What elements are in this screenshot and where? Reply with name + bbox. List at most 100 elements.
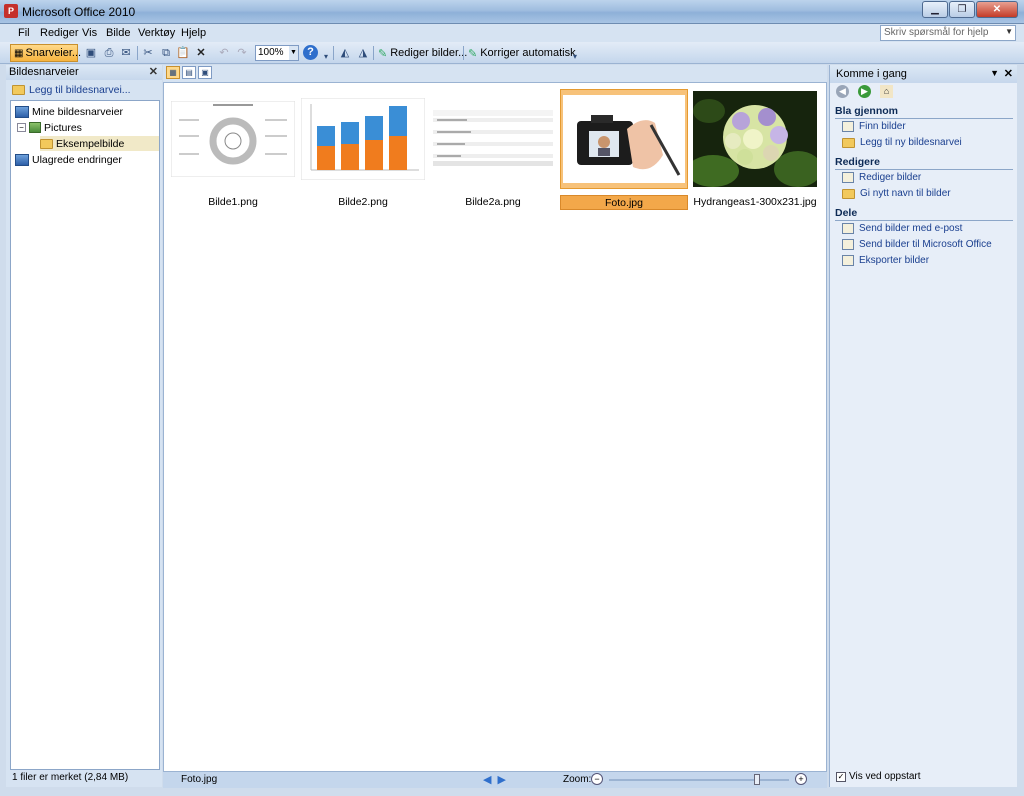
zoom-in-icon[interactable]: + [795, 773, 807, 785]
thumbnail-caption: Bilde2.png [338, 196, 388, 208]
cut-icon[interactable]: ✂ [141, 46, 155, 60]
zoom-label: Zoom: [563, 774, 592, 785]
navigation-arrows: ◀▶ [483, 773, 512, 786]
edit-pictures-button[interactable]: ✎ Rediger bilder... [378, 44, 467, 62]
thumbnail-view-icon[interactable]: ▦ [166, 66, 180, 79]
pane-title: Bildesnarveier [9, 66, 79, 78]
add-shortcut-link[interactable]: Legg til ny bildesnarvei [842, 137, 962, 148]
thumbnail-caption: Bilde2a.png [465, 196, 521, 208]
toolbar-options-icon[interactable]: ▾ [319, 50, 333, 64]
chevron-down-icon[interactable]: ▼ [990, 68, 999, 78]
undo-icon[interactable]: ↶ [217, 46, 231, 60]
redo-icon[interactable]: ↷ [235, 46, 249, 60]
link-label: Send bilder med e-post [859, 223, 963, 234]
table-thumbnail [431, 108, 555, 170]
camera-photo-thumbnail [563, 95, 685, 183]
tree-node-pictures[interactable]: − Pictures [17, 120, 82, 135]
zoom-select[interactable]: 100% ▼ [255, 45, 299, 61]
pictures-folder-icon [29, 122, 41, 133]
tree-label: Pictures [44, 121, 82, 134]
menu-view[interactable]: Vis [82, 27, 97, 39]
show-at-startup[interactable]: ✓ Vis ved oppstart [836, 771, 921, 782]
delete-icon[interactable]: ✕ [194, 46, 208, 60]
edit-pictures-link[interactable]: Rediger bilder [842, 172, 921, 183]
forward-icon[interactable]: ▶ [858, 85, 871, 98]
email-icon[interactable]: ✉ [119, 46, 133, 60]
export-pictures-link[interactable]: Eksporter bilder [842, 255, 929, 266]
tree-node-example-picture[interactable]: Eksempelbilde [40, 136, 159, 151]
window-title: Microsoft Office 2010 [22, 5, 136, 19]
close-icon[interactable]: ✕ [1004, 67, 1013, 80]
thumbnail-frame[interactable] [560, 89, 688, 189]
close-icon[interactable]: ✕ [149, 65, 158, 78]
home-icon[interactable]: ⌂ [880, 85, 893, 98]
rotate-right-icon[interactable]: ◮ [356, 46, 370, 60]
thumbnail-frame[interactable] [299, 89, 427, 189]
window-controls: ▁ ❐ ✕ [921, 1, 1018, 18]
folder-add-icon [12, 85, 25, 95]
link-label: Gi nytt navn til bilder [860, 188, 951, 199]
paste-icon[interactable]: 📋 [176, 46, 190, 60]
thumbnail-caption: Hydrangeas1-300x231.jpg [693, 196, 817, 208]
print-icon[interactable]: ⎙ [102, 46, 116, 60]
add-shortcut-link[interactable]: Legg til bildesnarvei... [12, 84, 131, 96]
previous-icon[interactable]: ◀ [483, 774, 497, 786]
filmstrip-view-icon[interactable]: ▤ [182, 66, 196, 79]
show-at-startup-checkbox[interactable]: ✓ [836, 771, 846, 782]
auto-correct-button[interactable]: ✎ Korriger automatisk [468, 44, 576, 62]
menu-help[interactable]: Hjelp [181, 27, 206, 39]
menu-file[interactable]: Fil [18, 27, 30, 39]
zoom-out-icon[interactable]: − [591, 773, 603, 785]
pane-header: Komme i gang ▼ ✕ [830, 65, 1017, 83]
rotate-left-icon[interactable]: ◭ [338, 46, 352, 60]
thumbnail-frame[interactable] [169, 89, 297, 189]
zoom-slider-handle[interactable] [754, 774, 760, 785]
toolbar-separator [333, 46, 334, 60]
folder-icon [40, 138, 53, 149]
toolbar-separator [137, 46, 138, 60]
thumbnail-frame[interactable] [691, 89, 819, 189]
zoom-slider-track[interactable] [609, 779, 789, 781]
edit-picture-icon [842, 172, 854, 183]
menu-picture[interactable]: Bilde [106, 27, 130, 39]
menu-edit[interactable]: Rediger [40, 27, 79, 39]
maximize-button[interactable]: ❐ [949, 1, 975, 18]
close-button[interactable]: ✕ [976, 1, 1018, 18]
rename-pictures-link[interactable]: Gi nytt navn til bilder [842, 188, 951, 199]
tree-node-unsaved-changes[interactable]: Ulagrede endringer [15, 152, 122, 167]
thumbnail-item[interactable]: Bilde2.png [299, 89, 427, 210]
find-pictures-link[interactable]: Finn bilder [842, 121, 906, 132]
pane-header: Bildesnarveier ✕ [6, 65, 162, 80]
toolbar-options-icon[interactable]: ▾ [568, 50, 582, 64]
export-icon [842, 255, 854, 266]
toolbar-separator [373, 46, 374, 60]
back-icon[interactable]: ◀ [836, 85, 849, 98]
menu-tools[interactable]: Verktøy [138, 27, 175, 39]
single-picture-view-icon[interactable]: ▣ [198, 66, 212, 79]
menu-bar: Fil Rediger Vis Bilde Verktøy Hjelp Skri… [0, 24, 1024, 42]
shortcuts-button[interactable]: ▦ Snarveier... [10, 44, 81, 62]
save-icon[interactable]: ▣ [84, 46, 98, 60]
thumbnail-frame[interactable] [429, 89, 557, 189]
thumbnail-item-selected[interactable]: Foto.jpg [560, 89, 688, 210]
rename-icon [842, 188, 855, 199]
help-search-input[interactable]: Skriv spørsmål for hjelp ▼ [880, 25, 1016, 41]
minimize-button[interactable]: ▁ [922, 1, 948, 18]
next-icon[interactable]: ▶ [497, 774, 511, 786]
shortcuts-icon: ▦ [14, 47, 24, 59]
tree-node-my-shortcuts[interactable]: Mine bildesnarveier [15, 104, 123, 119]
email-pictures-link[interactable]: Send bilder med e-post [842, 223, 962, 234]
tree-label: Eksempelbilde [56, 137, 125, 150]
copy-icon[interactable]: ⧉ [159, 46, 173, 60]
thumbnail-item[interactable]: Bilde2a.png [429, 89, 557, 210]
chevron-down-icon[interactable]: ▼ [1005, 27, 1013, 36]
send-to-office-link[interactable]: Send bilder til Microsoft Office [842, 239, 992, 250]
help-icon[interactable]: ? [303, 45, 318, 60]
collapse-icon[interactable]: − [17, 123, 26, 132]
email-icon [842, 223, 854, 234]
chevron-down-icon[interactable]: ▼ [289, 46, 298, 60]
thumbnail-item[interactable]: Hydrangeas1-300x231.jpg [691, 89, 819, 210]
toolbar: ▦ Snarveier... ▣ ⎙ ✉ ✂ ⧉ 📋 ✕ ↶ ↷ 100% ▼ … [0, 42, 1024, 64]
thumbnail-item[interactable]: Bilde1.png [169, 89, 297, 210]
office-app-icon[interactable]: P [4, 4, 18, 18]
